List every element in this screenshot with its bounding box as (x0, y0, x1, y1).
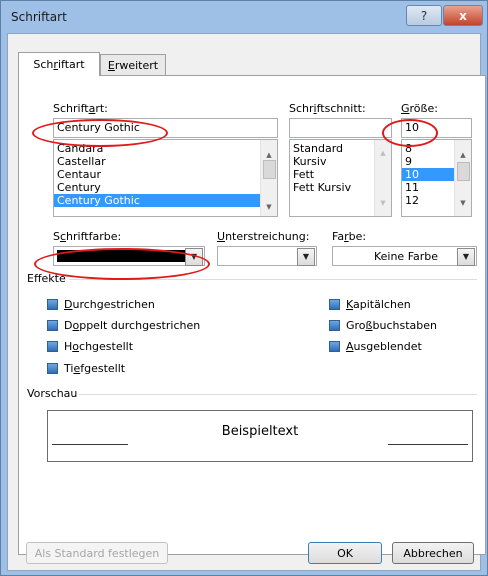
style-listbox[interactable]: Standard Kursiv Fett Fett Kursiv ▲ ▼ (289, 139, 392, 217)
ok-button[interactable]: OK (308, 542, 382, 564)
close-icon: x (459, 8, 467, 23)
list-item-selected[interactable]: 10 (402, 168, 455, 181)
preview-divider (79, 394, 477, 395)
scroll-down-icon[interactable]: ▼ (455, 196, 471, 210)
annotation-circle-font-color (34, 248, 210, 280)
chevron-down-icon[interactable]: ▼ (457, 248, 475, 266)
checkbox-icon[interactable] (329, 299, 340, 310)
chevron-down-icon[interactable]: ▼ (297, 248, 315, 266)
annotation-circle-size (382, 119, 438, 147)
checkbox-durchgestrichen[interactable]: Durchgestrichen (47, 298, 155, 311)
dialog-client-area: Schriftart Erweitert Schriftart: Century… (7, 33, 486, 571)
cancel-button[interactable]: Abbrechen (392, 542, 474, 564)
list-item[interactable]: Centaur (54, 168, 277, 181)
size-label: Größe: (401, 102, 438, 115)
set-as-default-button[interactable]: Als Standard festlegen (26, 542, 168, 564)
style-label: Schriftschnitt: (289, 102, 366, 115)
checkbox-icon[interactable] (47, 299, 58, 310)
font-dialog-window: Schriftart ? x Schriftart Erweitert Schr… (0, 0, 488, 576)
style-input[interactable] (289, 118, 392, 138)
scroll-thumb[interactable] (457, 162, 470, 181)
preview-group-title: Vorschau (27, 387, 78, 400)
checkbox-kapitaelchen[interactable]: Kapitälchen (329, 298, 411, 311)
preview-sample-text: Beispieltext (221, 424, 299, 439)
underline-color-label: Farbe: (332, 230, 367, 243)
underline-color-value: Keine Farbe (373, 250, 439, 263)
font-list-scrollbar[interactable]: ▲ ▼ (260, 140, 277, 216)
tab-schriftart[interactable]: Schriftart (18, 52, 100, 76)
font-color-label: Schriftfarbe: (53, 230, 122, 243)
scroll-down-icon[interactable]: ▼ (375, 196, 391, 210)
checkbox-icon[interactable] (47, 363, 58, 374)
scroll-up-icon[interactable]: ▲ (455, 148, 471, 162)
scroll-up-icon[interactable]: ▲ (375, 146, 391, 160)
tab-erweitert[interactable]: Erweitert (100, 54, 166, 76)
size-list-scrollbar[interactable]: ▲ ▼ (454, 140, 471, 216)
close-button[interactable]: x (443, 5, 483, 26)
checkbox-ausgeblendet[interactable]: Ausgeblendet (329, 340, 422, 353)
underline-color-combo[interactable]: Keine Farbe ▼ (332, 246, 477, 266)
list-item-selected[interactable]: Century Gothic (54, 194, 260, 207)
underline-label: Unterstreichung: (217, 230, 310, 243)
checkbox-icon[interactable] (47, 341, 58, 352)
list-item[interactable]: Century (54, 181, 277, 194)
tab-panel-schriftart: Schriftart: Century Gothic Candara Caste… (18, 75, 486, 555)
help-icon: ? (420, 8, 428, 23)
size-listbox[interactable]: 8 9 10 11 12 ▲ ▼ (401, 139, 472, 217)
checkbox-icon[interactable] (47, 320, 58, 331)
scroll-down-icon[interactable]: ▼ (261, 200, 277, 214)
list-item[interactable]: Castellar (54, 155, 277, 168)
help-button[interactable]: ? (406, 5, 442, 26)
checkbox-hochgestellt[interactable]: Hochgestellt (47, 340, 133, 353)
font-label: Schriftart: (53, 102, 108, 115)
font-listbox[interactable]: Candara Castellar Centaur Century Centur… (53, 139, 278, 217)
checkbox-tiefgestellt[interactable]: Tiefgestellt (47, 362, 125, 375)
preview-baseline-right (388, 444, 468, 445)
window-title: Schriftart (11, 10, 67, 24)
preview-baseline-left (52, 444, 128, 445)
preview-box: Beispieltext (47, 410, 473, 462)
checkbox-icon[interactable] (329, 320, 340, 331)
checkbox-icon[interactable] (329, 341, 340, 352)
checkbox-grossbuchstaben[interactable]: Großbuchstaben (329, 319, 437, 332)
checkbox-doppelt-durchgestrichen[interactable]: Doppelt durchgestrichen (47, 319, 200, 332)
title-bar[interactable]: Schriftart ? x (1, 1, 487, 33)
annotation-circle-font (32, 119, 168, 147)
style-list-scrollbar[interactable]: ▲ ▼ (374, 140, 391, 216)
scroll-thumb[interactable] (263, 160, 276, 179)
underline-combo[interactable]: ▼ (217, 246, 317, 266)
